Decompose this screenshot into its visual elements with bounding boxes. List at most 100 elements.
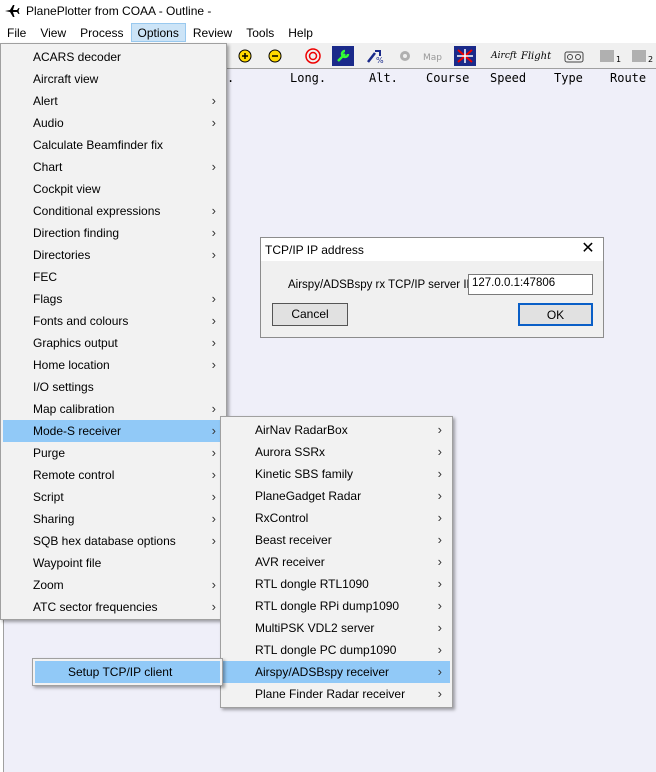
submenu-item-label: Beast receiver <box>255 533 332 547</box>
submenu-item-label: AirNav RadarBox <box>255 423 348 437</box>
map-icon[interactable]: Map <box>422 46 444 66</box>
submenu-arrow-icon: › <box>211 467 216 482</box>
submenu-item-rtl-dongle-rtl1090[interactable]: RTL dongle RTL1090 › <box>223 573 450 595</box>
close-icon[interactable]: ✕ <box>579 240 597 258</box>
menu-item-label: Remote control <box>33 468 115 482</box>
menu-item-fonts-and-colours[interactable]: Fonts and colours › <box>3 310 224 332</box>
submenu-item-label: MultiPSK VDL2 server <box>255 621 375 635</box>
menu-item-waypoint-file[interactable]: Waypoint file <box>3 552 224 574</box>
menu-view[interactable]: View <box>33 23 73 42</box>
submenu-item-label: PlaneGadget Radar <box>255 489 362 503</box>
menu-item-cockpit-view[interactable]: Cockpit view <box>3 178 224 200</box>
menu-item-home-location[interactable]: Home location › <box>3 354 224 376</box>
menu-item-conditional-expressions[interactable]: Conditional expressions › <box>3 200 224 222</box>
menu-item-io-settings[interactable]: I/O settings <box>3 376 224 398</box>
gear-icon[interactable] <box>394 46 416 66</box>
submenu-item-beast-receiver[interactable]: Beast receiver › <box>223 529 450 551</box>
submenu-item-airnav-radarbox[interactable]: AirNav RadarBox › <box>223 419 450 441</box>
slot-2-label: 2 <box>648 55 653 64</box>
menu-item-label: Graphics output <box>33 336 118 350</box>
menu-options[interactable]: Options <box>130 23 186 42</box>
ok-button[interactable]: OK <box>518 303 593 326</box>
menu-item-script[interactable]: Script › <box>3 486 224 508</box>
target-icon[interactable] <box>302 46 324 66</box>
submenu-item-label: AVR receiver <box>255 555 325 569</box>
zoom-in-icon[interactable] <box>234 46 256 66</box>
submenu-item-rxcontrol[interactable]: RxControl › <box>223 507 450 529</box>
tcpip-dialog: TCP/IP IP address ✕ Airspy/ADSBspy rx TC… <box>260 237 604 338</box>
menu-review[interactable]: Review <box>186 23 239 42</box>
radio-icon[interactable] <box>562 46 586 66</box>
menu-item-mode-s-receiver[interactable]: Mode-S receiver › <box>3 420 224 442</box>
aircraft-button[interactable]: Aircft <box>490 46 518 66</box>
menu-item-chart[interactable]: Chart › <box>3 156 224 178</box>
menu-item-label: ACARS decoder <box>33 50 122 64</box>
zoom-out-icon[interactable] <box>264 46 286 66</box>
toolbar: % Map Aircft Flight 1 2 <box>226 43 656 69</box>
menu-item-sqb-hex-database-options[interactable]: SQB hex database options › <box>3 530 224 552</box>
wrench-icon[interactable] <box>332 46 354 66</box>
menu-item-label: FEC <box>33 270 57 284</box>
submenu-arrow-icon: › <box>211 247 216 262</box>
submenu-item-avr-receiver[interactable]: AVR receiver › <box>223 551 450 573</box>
tools-icon[interactable]: % <box>364 46 386 66</box>
flag-icon[interactable] <box>454 46 476 66</box>
menu-item-graphics-output[interactable]: Graphics output › <box>3 332 224 354</box>
submenu-arrow-icon: › <box>437 598 442 613</box>
submenu-item-plane-finder-radar-receiver[interactable]: Plane Finder Radar receiver › <box>223 683 450 705</box>
submenu-item-rtl-dongle-pc-dump1090[interactable]: RTL dongle PC dump1090 › <box>223 639 450 661</box>
submenu-arrow-icon: › <box>211 115 216 130</box>
submenu-arrow-icon: › <box>211 335 216 350</box>
submenu-item-multipsk-vdl2-server[interactable]: MultiPSK VDL2 server › <box>223 617 450 639</box>
menu-item-aircraft-view[interactable]: Aircraft view <box>3 68 224 90</box>
submenu-item-planegadget-radar[interactable]: PlaneGadget Radar › <box>223 485 450 507</box>
col-long: Long. <box>290 71 327 85</box>
submenu-item-rtl-dongle-rpi-dump1090[interactable]: RTL dongle RPi dump1090 › <box>223 595 450 617</box>
submenu-item-label: Aurora SSRx <box>255 445 326 459</box>
menu-item-label: Flags <box>33 292 63 306</box>
slot-2-button[interactable]: 2 <box>630 46 654 66</box>
menu-item-map-calibration[interactable]: Map calibration › <box>3 398 224 420</box>
cancel-button[interactable]: Cancel <box>272 303 348 326</box>
submenu-arrow-icon: › <box>437 664 442 679</box>
submenu-item-airspy-adsbspy-receiver[interactable]: Airspy/ADSBspy receiver › <box>223 661 450 683</box>
submenu-item-label: RTL dongle RPi dump1090 <box>255 599 400 613</box>
submenu-item-label: RTL dongle RTL1090 <box>255 577 369 591</box>
menu-item-label: Alert <box>33 94 58 108</box>
slot-1-button[interactable]: 1 <box>598 46 622 66</box>
menu-item-label: Directories <box>33 248 91 262</box>
menu-tools[interactable]: Tools <box>239 23 281 42</box>
menu-file[interactable]: File <box>0 23 33 42</box>
airspy-submenu: Setup TCP/IP client <box>32 658 223 686</box>
menu-item-atc-sector-frequencies[interactable]: ATC sector frequencies › <box>3 596 224 618</box>
submenu-arrow-icon: › <box>211 357 216 372</box>
menu-process[interactable]: Process <box>73 23 130 42</box>
menu-item-purge[interactable]: Purge › <box>3 442 224 464</box>
submenu-item-aurora-ssrx[interactable]: Aurora SSRx › <box>223 441 450 463</box>
menu-item-label: Audio <box>33 116 64 130</box>
menu-item-zoom[interactable]: Zoom › <box>3 574 224 596</box>
menu-help[interactable]: Help <box>281 23 320 42</box>
submenu-item-setup-tcpip-client[interactable]: Setup TCP/IP client <box>35 661 220 683</box>
menu-item-sharing[interactable]: Sharing › <box>3 508 224 530</box>
col-course: Course <box>426 71 470 85</box>
menu-item-alert[interactable]: Alert › <box>3 90 224 112</box>
server-ip-input[interactable]: 127.0.0.1:47806 <box>468 274 593 295</box>
menu-item-acars-decoder[interactable]: ACARS decoder <box>3 46 224 68</box>
menu-item-direction-finding[interactable]: Direction finding › <box>3 222 224 244</box>
map-label: Map <box>423 53 442 63</box>
submenu-item-kinetic-sbs-family[interactable]: Kinetic SBS family › <box>223 463 450 485</box>
slot-1-label: 1 <box>616 55 621 64</box>
flight-button[interactable]: Flight <box>521 46 551 66</box>
menu-item-calculate-beamfinder-fix[interactable]: Calculate Beamfinder fix <box>3 134 224 156</box>
submenu-item-label: RxControl <box>255 511 309 525</box>
menu-item-label: Script <box>33 490 64 504</box>
menu-item-audio[interactable]: Audio › <box>3 112 224 134</box>
menu-item-remote-control[interactable]: Remote control › <box>3 464 224 486</box>
menu-item-flags[interactable]: Flags › <box>3 288 224 310</box>
menu-item-label: Conditional expressions <box>33 204 161 218</box>
menu-item-fec[interactable]: FEC <box>3 266 224 288</box>
menu-item-directories[interactable]: Directories › <box>3 244 224 266</box>
mode-s-submenu: AirNav RadarBox › Aurora SSRx › Kinetic SB… <box>220 416 453 708</box>
submenu-arrow-icon: › <box>211 401 216 416</box>
